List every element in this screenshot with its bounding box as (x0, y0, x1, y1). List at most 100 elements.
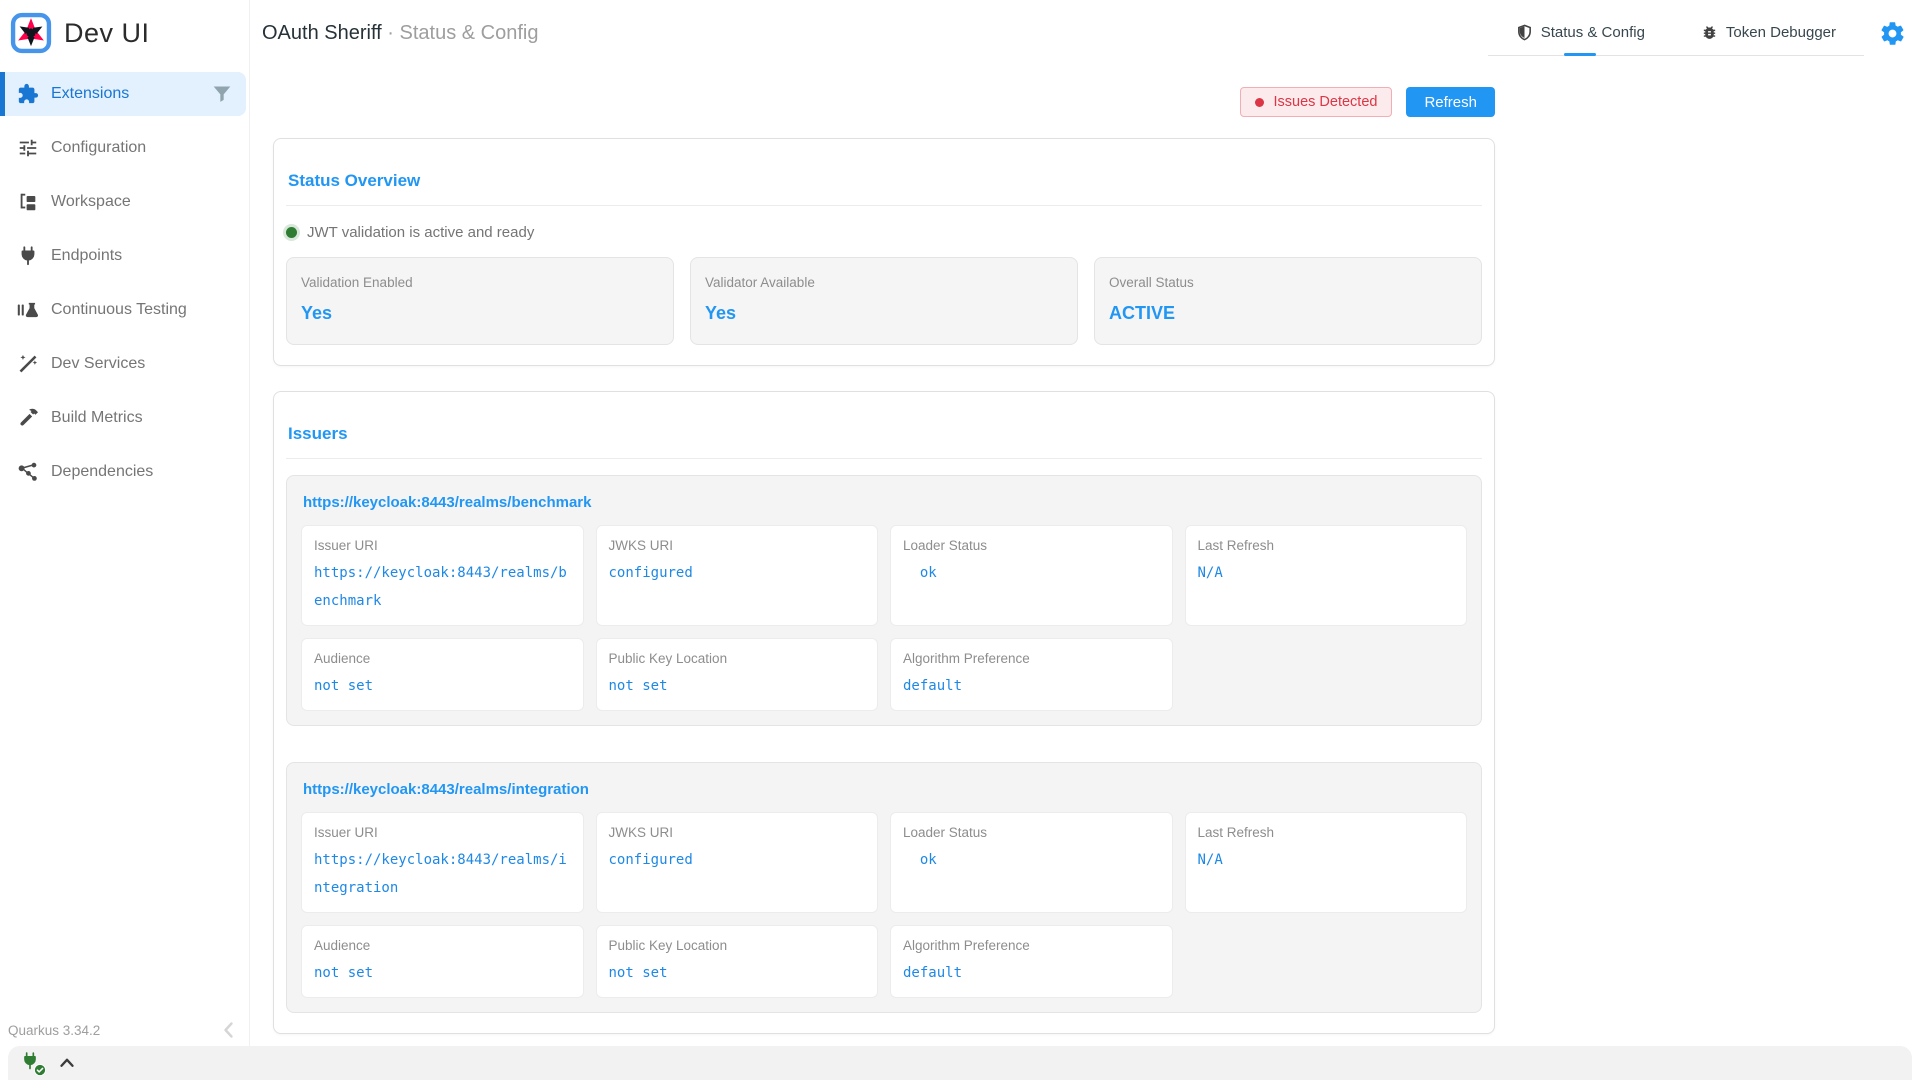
issues-badge: Issues Detected (1240, 87, 1392, 117)
refresh-button[interactable]: Refresh (1406, 87, 1495, 117)
field-label: JWKS URI (609, 825, 866, 840)
issuers-card: Issuers https://keycloak:8443/realms/ben… (273, 391, 1495, 1034)
green-dot-icon (286, 227, 297, 238)
field-algorithm-preference: Algorithm Preference default (890, 638, 1173, 711)
field-issuer-uri: Issuer URI https://keycloak:8443/realms/… (301, 812, 584, 913)
filter-funnel-icon[interactable] (212, 84, 232, 104)
chevron-left-icon[interactable] (217, 1018, 241, 1042)
app-logo[interactable]: Dev UI (0, 0, 249, 64)
sidebar-menu: Extensions Configuration Workspace (0, 72, 249, 504)
field-label: Last Refresh (1198, 538, 1455, 553)
issuer-card-benchmark: https://keycloak:8443/realms/benchmark I… (286, 475, 1482, 726)
field-audience: Audience not set (301, 925, 584, 998)
tab-token-debugger[interactable]: Token Debugger (1673, 18, 1864, 55)
metric-label: Overall Status (1109, 275, 1467, 290)
issuer-name: https://keycloak:8443/realms/benchmark (303, 494, 1467, 511)
hammer-icon (17, 407, 39, 429)
graph-nodes-icon (17, 461, 39, 483)
field-issuer-uri: Issuer URI https://keycloak:8443/realms/… (301, 525, 584, 626)
field-loader-status: Loader Status ok (890, 812, 1173, 913)
metric-value: Yes (705, 303, 1063, 324)
field-label: Public Key Location (609, 651, 866, 666)
sidebar: Dev UI Extensions Configuration (0, 0, 250, 1080)
plug-check-icon[interactable] (20, 1051, 44, 1075)
workspace-tree-icon (17, 191, 39, 213)
divider (286, 205, 1482, 206)
bottom-dock[interactable] (8, 1046, 1912, 1080)
metric-label: Validation Enabled (301, 275, 659, 290)
tab-label: Token Debugger (1726, 24, 1836, 41)
sidebar-item-configuration[interactable]: Configuration (0, 126, 249, 170)
magic-wand-icon (17, 353, 39, 375)
issuer-name: https://keycloak:8443/realms/integration (303, 781, 1467, 798)
field-value: default (903, 959, 1160, 987)
chevron-up-icon[interactable] (56, 1052, 78, 1074)
field-value: not set (609, 672, 866, 700)
field-value: N/A (1198, 846, 1455, 874)
sidebar-item-label: Extensions (51, 85, 129, 103)
sidebar-item-label: Continuous Testing (51, 301, 187, 319)
field-value: ok (903, 846, 1160, 874)
flask-icon (17, 299, 39, 321)
field-public-key-location: Public Key Location not set (596, 925, 879, 998)
field-value: N/A (1198, 559, 1455, 587)
field-value: not set (314, 959, 571, 987)
field-audience: Audience not set (301, 638, 584, 711)
divider (286, 458, 1482, 459)
field-label: Audience (314, 938, 571, 953)
sidebar-item-label: Configuration (51, 139, 146, 157)
metrics-row: Validation Enabled Yes Validator Availab… (286, 257, 1482, 345)
field-value: https://keycloak:8443/realms/benchmark (314, 559, 571, 615)
field-jwks-uri: JWKS URI configured (596, 812, 879, 913)
page-subtitle: Status & Config (400, 22, 539, 44)
field-label: Algorithm Preference (903, 651, 1160, 666)
metric-value: Yes (301, 303, 659, 324)
field-label: Last Refresh (1198, 825, 1455, 840)
field-loader-status: Loader Status ok (890, 525, 1173, 626)
red-dot-icon (1255, 98, 1264, 107)
extension-name: OAuth Sheriff (262, 22, 382, 44)
title-separator: · (387, 22, 394, 44)
metric-label: Validator Available (705, 275, 1063, 290)
sidebar-item-endpoints[interactable]: Endpoints (0, 234, 249, 278)
field-value: configured (609, 559, 866, 587)
plug-icon (17, 245, 39, 267)
sidebar-item-extensions[interactable]: Extensions (0, 72, 246, 116)
field-label: Loader Status (903, 538, 1160, 553)
field-label: Loader Status (903, 825, 1160, 840)
field-value: not set (609, 959, 866, 987)
sidebar-item-workspace[interactable]: Workspace (0, 180, 249, 224)
issuer-card-integration: https://keycloak:8443/realms/integration… (286, 762, 1482, 1013)
puzzle-icon (17, 83, 39, 105)
field-label: Issuer URI (314, 825, 571, 840)
field-last-refresh: Last Refresh N/A (1185, 812, 1468, 913)
content: Issues Detected Refresh Status Overview … (273, 87, 1495, 1080)
sidebar-item-build-metrics[interactable]: Build Metrics (0, 396, 249, 440)
sidebar-item-label: Dependencies (51, 463, 153, 481)
sidebar-item-continuous-testing[interactable]: Continuous Testing (0, 288, 249, 332)
sidebar-item-label: Dev Services (51, 355, 145, 373)
tab-status-config[interactable]: Status & Config (1488, 18, 1673, 55)
metric-overall-status: Overall Status ACTIVE (1094, 257, 1482, 345)
field-label: Issuer URI (314, 538, 571, 553)
gear-icon[interactable] (1879, 20, 1906, 47)
field-label: JWKS URI (609, 538, 866, 553)
field-jwks-uri: JWKS URI configured (596, 525, 879, 626)
field-value: not set (314, 672, 571, 700)
tabs: Status & Config Token Debugger (1488, 18, 1864, 56)
issuer-fields: Issuer URI https://keycloak:8443/realms/… (301, 812, 1467, 998)
field-algorithm-preference: Algorithm Preference default (890, 925, 1173, 998)
sidebar-item-label: Build Metrics (51, 409, 143, 427)
sidebar-item-dev-services[interactable]: Dev Services (0, 342, 249, 386)
card-title: Issuers (288, 424, 1480, 444)
field-label: Algorithm Preference (903, 938, 1160, 953)
shield-icon (1516, 24, 1533, 41)
quarkus-logo-icon (10, 10, 52, 56)
sidebar-footer: Quarkus 3.34.2 (0, 1018, 249, 1042)
card-title: Status Overview (288, 171, 1480, 191)
field-value: ok (903, 559, 1160, 587)
sidebar-item-dependencies[interactable]: Dependencies (0, 450, 249, 494)
field-label: Audience (314, 651, 571, 666)
sidebar-item-label: Endpoints (51, 247, 122, 265)
main-header: OAuth Sheriff · Status & Config Status &… (250, 0, 1920, 57)
